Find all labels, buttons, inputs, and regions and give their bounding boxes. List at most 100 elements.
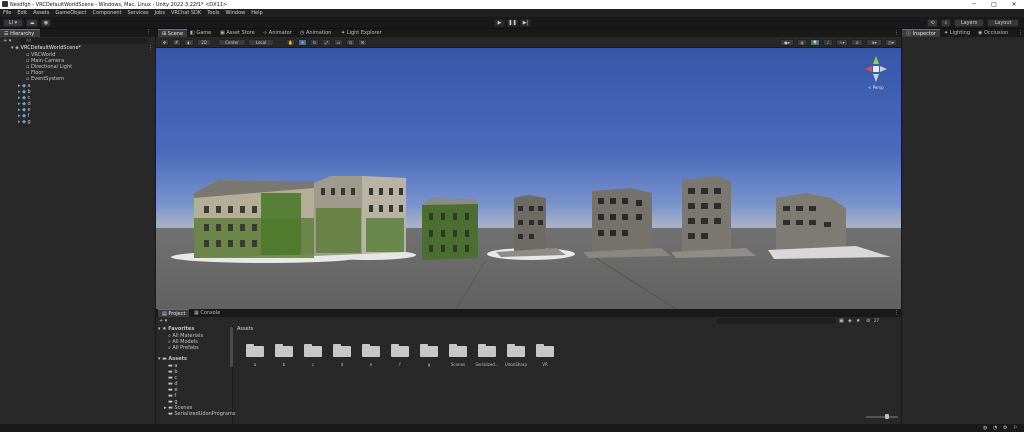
panel-menu-icon[interactable]: ⋮	[894, 310, 899, 316]
transform-tool-icon[interactable]: ⊡	[346, 39, 355, 46]
rect-tool-icon[interactable]: ▭	[334, 39, 343, 46]
create-asset-button[interactable]: + ▾	[159, 318, 167, 324]
space-local-dropdown[interactable]: Local	[248, 39, 274, 46]
menu-file[interactable]: File	[3, 10, 11, 16]
asset-folder-icon[interactable]	[536, 343, 554, 357]
progress-icon[interactable]: ◔	[993, 425, 997, 431]
favorites-header[interactable]: ▾ ★ Favorites	[158, 326, 194, 332]
tab-asset-store[interactable]: ▣ Asset Store	[216, 29, 259, 37]
play-button[interactable]: ▶	[494, 19, 505, 27]
shading-2d-toggle[interactable]: 2D	[197, 39, 211, 46]
panel-menu-icon[interactable]: ⋮	[1018, 30, 1023, 36]
tab-project[interactable]: ▤ Project	[158, 309, 190, 317]
asset-folder-icon[interactable]	[507, 343, 525, 357]
filter-by-type-icon[interactable]: ▣	[839, 318, 844, 324]
grid-toggle-icon[interactable]: #	[172, 39, 181, 46]
menu-tools[interactable]: Tools	[207, 10, 219, 16]
asset-folder-icon[interactable]	[449, 343, 467, 357]
custom-tool-icon[interactable]: ⚒	[358, 39, 367, 46]
scene-menu-icon[interactable]: ⋮	[148, 45, 153, 51]
tab-light-explorer[interactable]: ✦ Light Explorer	[337, 29, 386, 37]
account-dropdown[interactable]: LI ▾	[3, 19, 23, 27]
tab-scene[interactable]: ⊞ Scene	[158, 29, 188, 37]
pause-button[interactable]: ❚❚	[507, 19, 518, 27]
menu-edit[interactable]: Edit	[17, 10, 27, 16]
asset-folder-icon[interactable]	[420, 343, 438, 357]
collab-icon[interactable]: ◉	[41, 19, 51, 27]
camera-settings-icon[interactable]: ●▾	[780, 39, 794, 46]
asset-folder-icon[interactable]	[246, 343, 264, 357]
star-icon: ▾ ★	[158, 326, 169, 332]
audio-toggle-icon[interactable]: ♪	[823, 39, 833, 46]
draw-mode-icon[interactable]: ◍	[797, 39, 807, 46]
favorite-search-icon[interactable]: ★	[856, 318, 860, 324]
filter-by-label-icon[interactable]: ◈	[848, 318, 852, 324]
icon-size-slider[interactable]	[866, 416, 898, 418]
scene-viewport[interactable]: < Persp	[156, 48, 901, 309]
gizmos-dropdown-icon[interactable]: ⊕▾	[866, 39, 882, 46]
scene-root-row[interactable]: ▾ ◈ VRCDefaultWorldScene*	[11, 45, 81, 51]
asset-folder-icon[interactable]	[391, 343, 409, 357]
menu-vrchat-sdk[interactable]: VRChat SDK	[171, 10, 201, 16]
view-tool-icon[interactable]: ✋	[286, 39, 295, 46]
perspective-label[interactable]: < Persp	[868, 85, 884, 90]
render-mode-icon[interactable]: ◐	[184, 39, 194, 46]
menu-window[interactable]: Window	[226, 10, 246, 16]
rotate-tool-icon[interactable]: ↻	[310, 39, 319, 46]
panel-menu-icon[interactable]: ⋮	[146, 29, 151, 35]
favorite-item[interactable]: ⌕ All Prefabs	[168, 345, 199, 351]
pivot-center-dropdown[interactable]: Center	[218, 39, 246, 46]
notifications-icon[interactable]: ⚐	[1013, 425, 1017, 431]
menu-jobs[interactable]: Jobs	[155, 10, 165, 16]
tab-console[interactable]: ▦ Console	[190, 309, 224, 317]
icon-size-slider-handle[interactable]	[885, 414, 889, 419]
layout-dropdown[interactable]: Layout	[987, 19, 1019, 27]
panel-menu-icon[interactable]: ⋮	[894, 30, 899, 36]
hierarchy-item-prefab[interactable]: ▸ ◆ g	[18, 119, 31, 125]
lighting-toggle-icon[interactable]: 💡	[810, 39, 820, 46]
close-button[interactable]: ✕	[1004, 0, 1024, 9]
tree-scrollbar[interactable]	[230, 327, 233, 367]
orientation-gizmo[interactable]	[861, 54, 891, 84]
cloud-icon[interactable]: ☁	[26, 19, 38, 27]
asset-folder-icon[interactable]	[275, 343, 293, 357]
asset-folder-icon[interactable]	[333, 343, 351, 357]
menu-gameobject[interactable]: GameObject	[55, 10, 86, 16]
scale-tool-icon[interactable]: ⤢	[322, 39, 331, 46]
tab-hierarchy[interactable]: ☰ Hierarchy	[0, 29, 40, 37]
minimize-button[interactable]: ─	[964, 0, 984, 9]
menu-help[interactable]: Help	[251, 10, 262, 16]
tab-lighting[interactable]: ✦ Lighting	[940, 29, 974, 37]
scene-camera-icon[interactable]: ◳▾	[885, 39, 897, 46]
menu-component[interactable]: Component	[93, 10, 122, 16]
hand-tool-icon[interactable]: ✥	[160, 39, 169, 46]
add-object-button[interactable]: + ▾	[3, 38, 11, 44]
cache-server-icon[interactable]: ◍	[983, 425, 987, 431]
project-search-input[interactable]	[716, 318, 836, 324]
tab-occlusion[interactable]: ◉ Occlusion	[974, 29, 1012, 37]
menu-services[interactable]: Services	[128, 10, 149, 16]
tab-animator[interactable]: ⊹ Animator	[259, 29, 296, 37]
hidden-objects-icon[interactable]: ⊘	[851, 39, 863, 46]
effects-dropdown-icon[interactable]: ✧▾	[836, 39, 848, 46]
tree-folder-item[interactable]: ▬ SerializedUdonPrograms	[168, 411, 236, 417]
debug-mode-icon[interactable]: ⚙	[1003, 425, 1007, 431]
asset-folder-icon[interactable]	[478, 343, 496, 357]
move-tool-icon[interactable]: ✛	[298, 39, 307, 46]
tab-game[interactable]: ◧ Game	[186, 29, 215, 37]
asset-folder-icon[interactable]	[304, 343, 322, 357]
hierarchy-search-input[interactable]: All	[20, 38, 148, 44]
tab-inspector[interactable]: ⓘ Inspector	[902, 29, 940, 37]
tab-animation[interactable]: ◷ Animation	[296, 29, 335, 37]
hierarchy-item-eventsystem[interactable]: ▫ EventSystem	[26, 76, 64, 82]
search-icon[interactable]: ⌕	[941, 19, 951, 27]
assets-root-item[interactable]: ▾ ▬ Assets	[158, 356, 187, 362]
breadcrumb[interactable]: Assets	[237, 326, 253, 332]
hidden-packages-icon[interactable]: ⊘	[866, 318, 870, 324]
asset-folder-icon[interactable]	[362, 343, 380, 357]
menu-assets[interactable]: Assets	[33, 10, 49, 16]
step-button[interactable]: ▶|	[520, 19, 531, 27]
maximize-button[interactable]: □	[984, 0, 1004, 9]
layers-dropdown[interactable]: Layers	[954, 19, 984, 27]
history-icon[interactable]: ⟲	[927, 19, 938, 27]
